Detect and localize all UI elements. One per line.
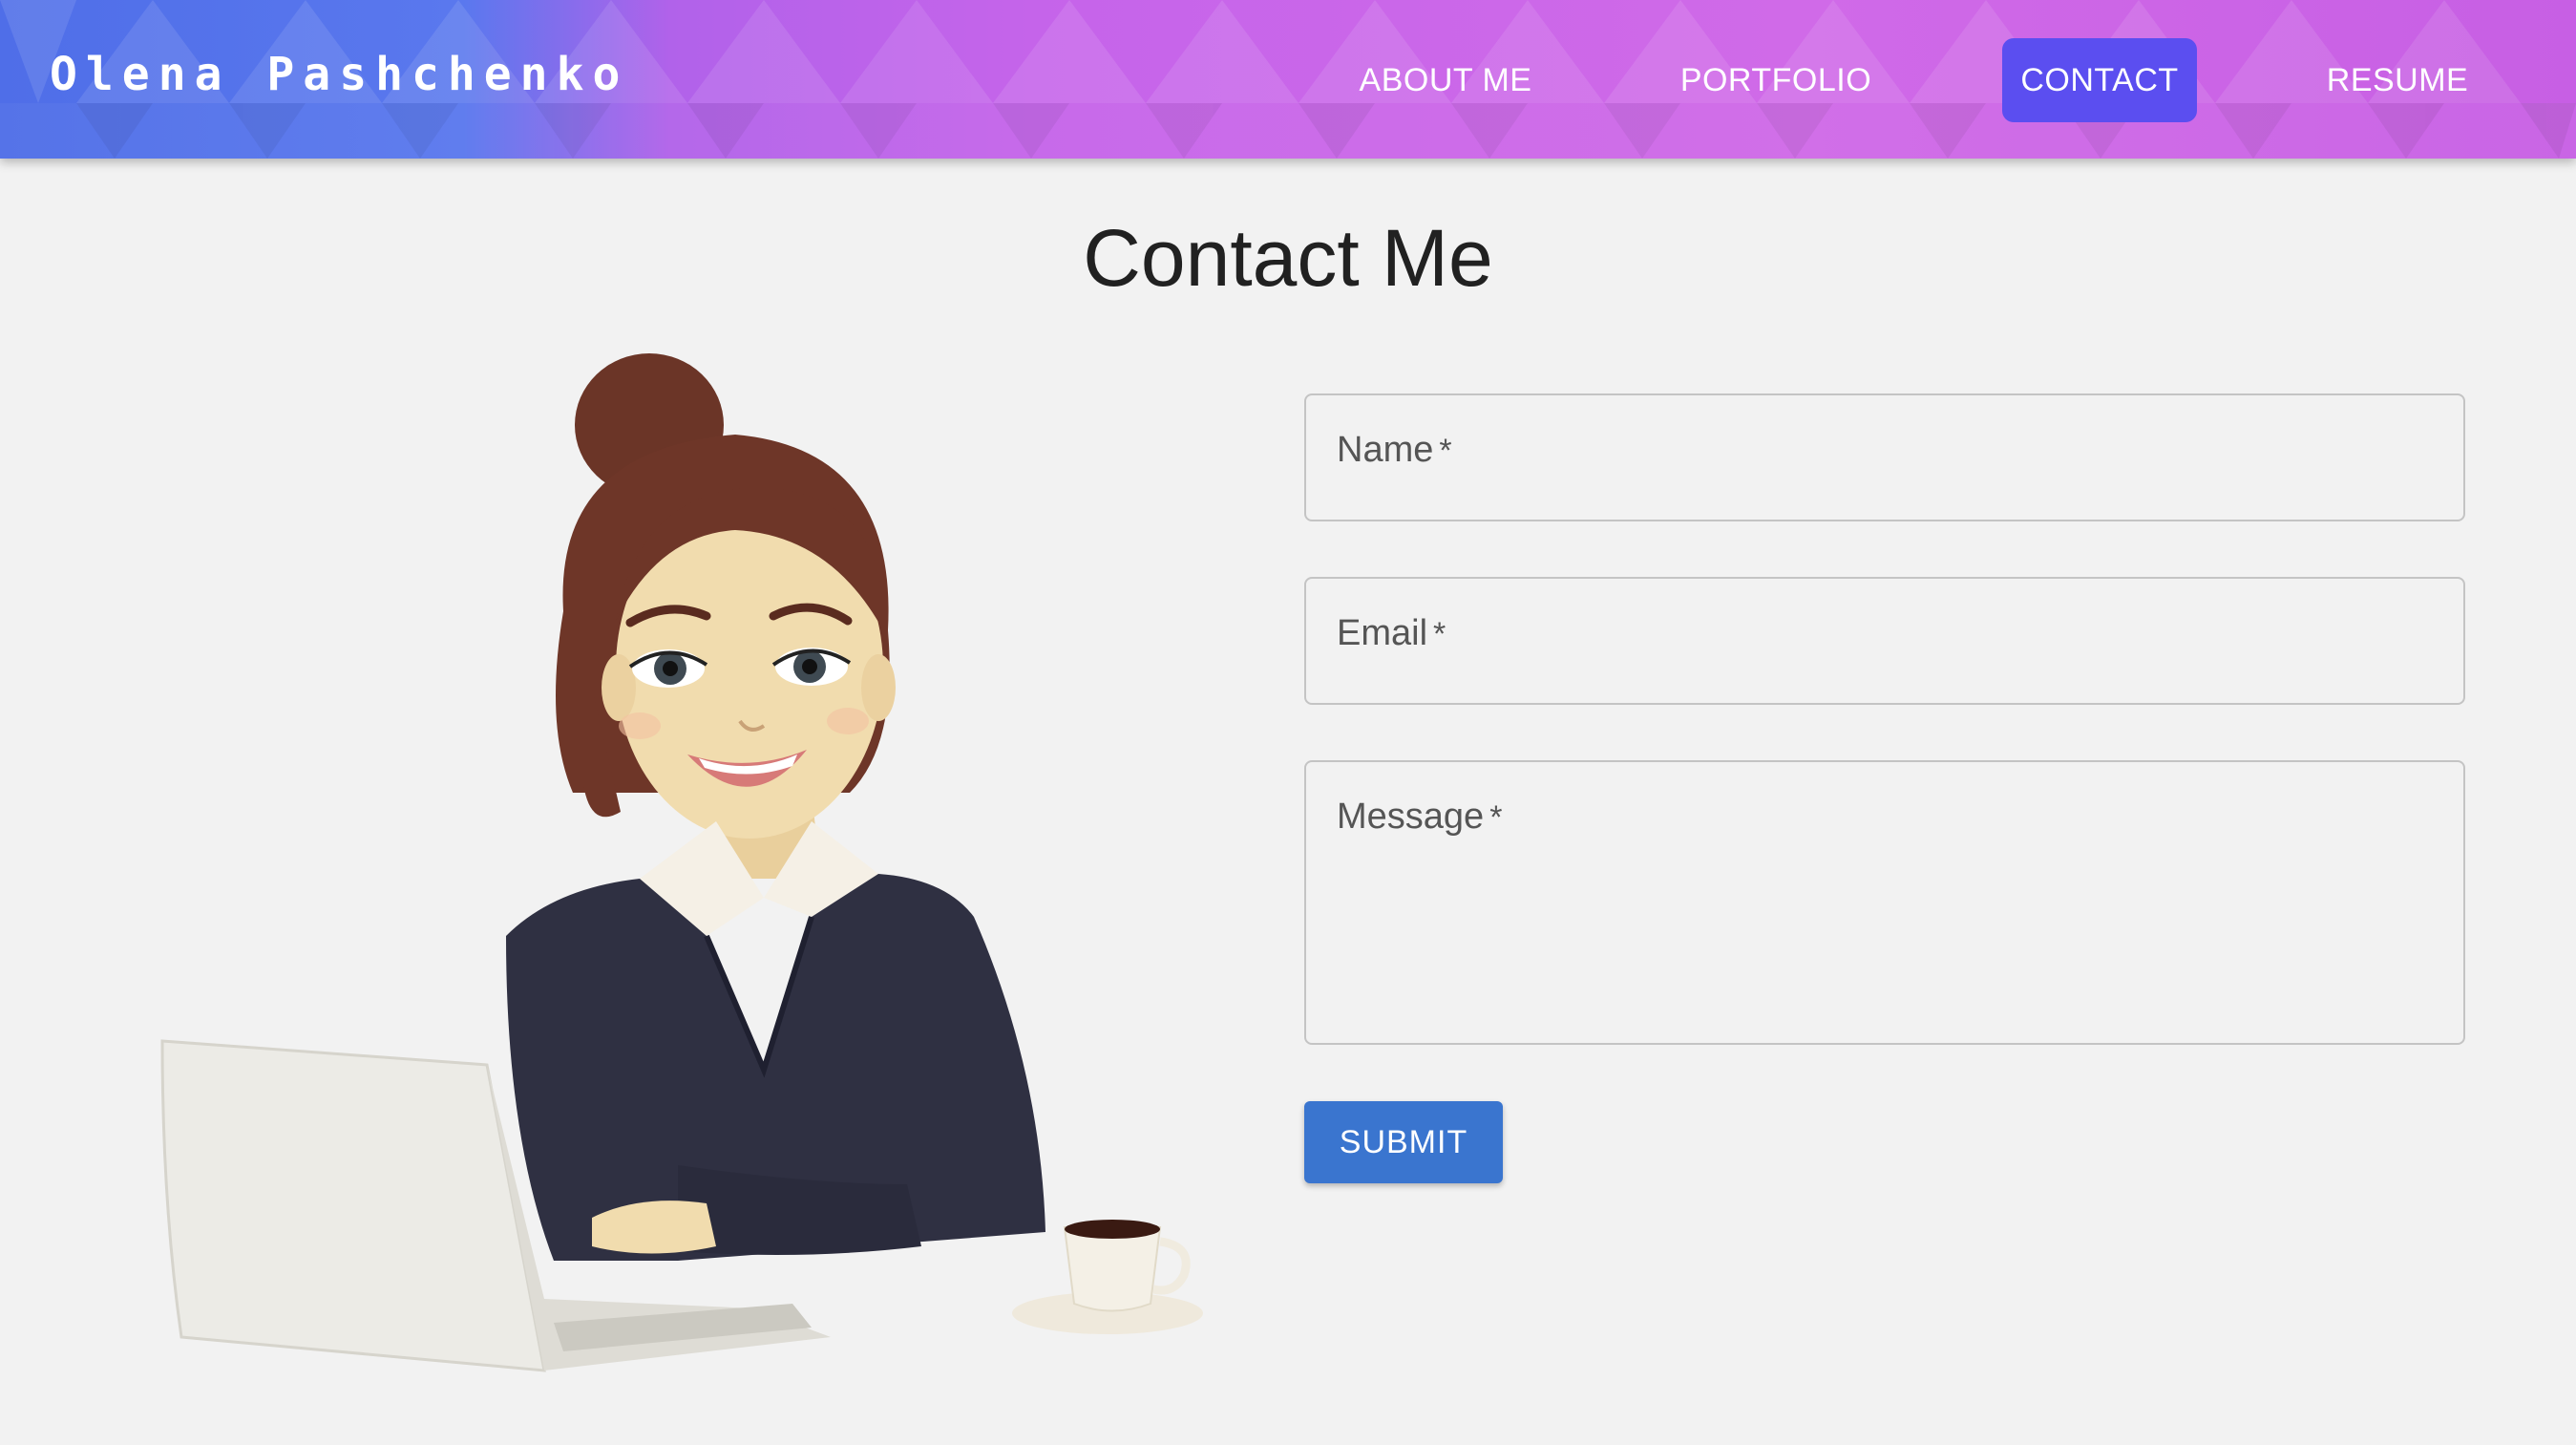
email-input[interactable]	[1306, 579, 2463, 703]
message-field[interactable]: Message *	[1304, 760, 2465, 1045]
laptop	[160, 1039, 546, 1372]
name-label: Name *	[1337, 430, 1452, 470]
submit-button[interactable]: SUBMIT	[1304, 1101, 1503, 1183]
main-nav: ABOUT ME PORTFOLIO CONTACT RESUME	[0, 38, 2576, 122]
nav-portfolio[interactable]: PORTFOLIO	[1665, 38, 1887, 122]
nav-about-me[interactable]: ABOUT ME	[1335, 38, 1556, 122]
name-field[interactable]: Name *	[1304, 393, 2465, 521]
nav-resume[interactable]: RESUME	[2311, 38, 2484, 122]
name-input[interactable]	[1306, 395, 2463, 520]
nav-contact[interactable]: CONTACT	[2002, 38, 2197, 122]
page-title: Contact Me	[1083, 213, 1493, 303]
message-label: Message *	[1337, 797, 1503, 837]
email-label: Email *	[1337, 613, 1446, 653]
site-header: Olena Pashchenko ABOUT ME PORTFOLIO CONT…	[0, 0, 2576, 159]
email-field[interactable]: Email *	[1304, 577, 2465, 705]
woman-at-laptop-illustration	[160, 353, 1203, 1372]
